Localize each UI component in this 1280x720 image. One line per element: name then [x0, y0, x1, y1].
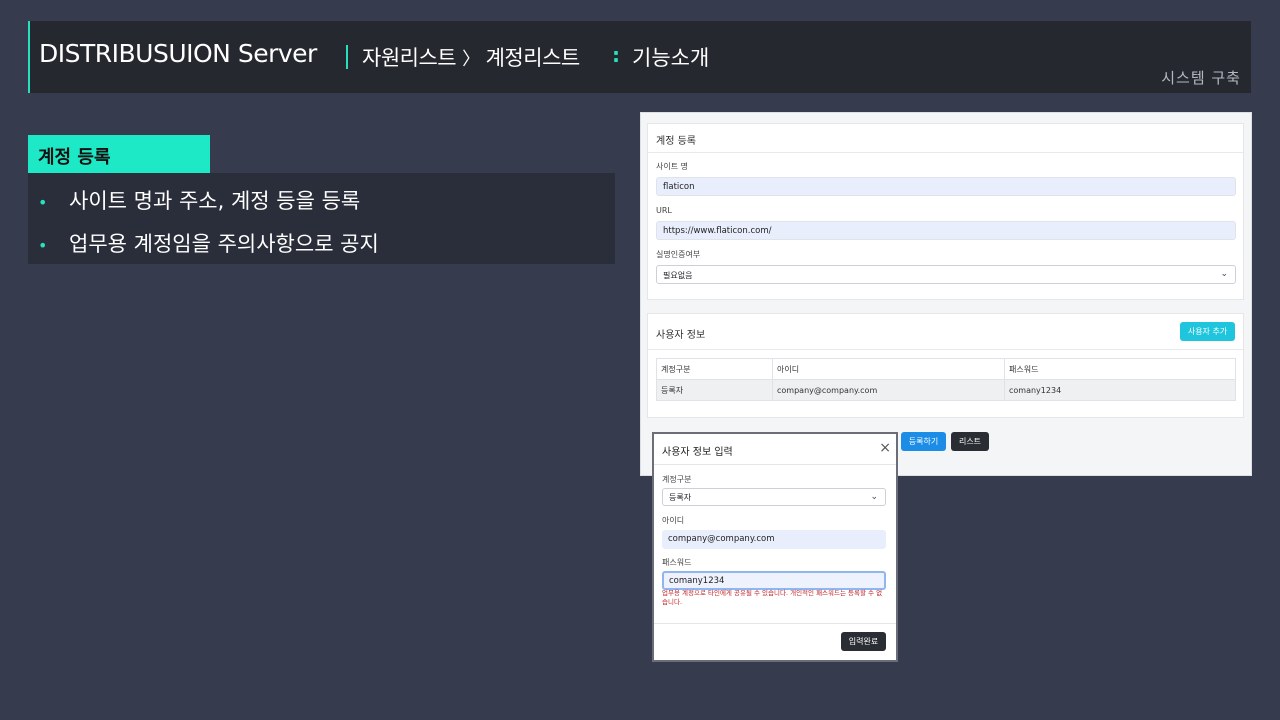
section-title: 기능소개 [632, 46, 710, 70]
user-info-modal: 사용자 정보 입력 × 계정구분 등록자 ⌄ 아이디 company@compa… [652, 432, 898, 662]
bullet-item: • 업무용 계정임을 주의사항으로 공지 [38, 228, 379, 258]
auth-select[interactable]: 필요없음 ⌄ [656, 265, 1236, 284]
section-colon-icon: : [612, 43, 620, 67]
slide-header: DISTRIBUSUION Server 자원리스트 〉 계정리스트 : 기능소개 … [28, 21, 1251, 93]
feature-label: 계정 등록 [28, 135, 210, 173]
chevron-down-icon: ⌄ [870, 492, 878, 502]
header-accent-bar [28, 21, 30, 93]
breadcrumb-separator: 〉 [462, 49, 480, 70]
table-row[interactable]: 등록자 company@company.com comany1234 [656, 379, 1236, 401]
column-header: 계정구분 [656, 358, 773, 380]
register-button[interactable]: 등록하기 [901, 432, 946, 451]
breadcrumb-item-2: 계정리스트 [485, 46, 581, 70]
url-label: URL [656, 206, 672, 215]
user-table: 계정구분 아이디 패스워드 등록자 company@company.com co… [656, 358, 1236, 401]
password-input[interactable]: comany1234 [662, 571, 886, 590]
bullet-text: 사이트 명과 주소, 계정 등을 등록 [69, 189, 361, 213]
site-name-label: 사이트 명 [656, 162, 688, 171]
chevron-down-icon: ⌄ [1220, 269, 1228, 279]
site-name-input[interactable]: flaticon [656, 177, 1236, 196]
modal-title: 사용자 정보 입력 [662, 447, 733, 458]
slide-title: DISTRIBUSUION Server [39, 39, 317, 68]
close-icon[interactable]: × [879, 440, 891, 456]
bullet-item: • 사이트 명과 주소, 계정 등을 등록 [38, 185, 360, 215]
table-cell: 등록자 [656, 379, 773, 401]
breadcrumb-item-1: 자원리스트 [362, 46, 457, 70]
table-header-row: 계정구분 아이디 패스워드 [656, 358, 1236, 380]
user-info-card: 사용자 정보 사용자 추가 계정구분 아이디 패스워드 등록자 company@… [647, 313, 1244, 418]
add-user-button[interactable]: 사용자 추가 [1180, 322, 1235, 341]
breadcrumb: 자원리스트 〉 계정리스트 [362, 42, 580, 72]
card-title: 계정 등록 [648, 124, 1243, 153]
modal-header: 사용자 정보 입력 × [654, 434, 896, 465]
user-card-title: 사용자 정보 [648, 314, 1243, 350]
form-screenshot: 계정 등록 사이트 명 flaticon URL https://www.fla… [640, 112, 1252, 476]
bullet-text: 업무용 계정임을 주의사항으로 공지 [69, 232, 379, 256]
table-cell: company@company.com [772, 379, 1005, 401]
table-cell: comany1234 [1004, 379, 1236, 401]
auth-label: 실명인증여부 [656, 250, 701, 259]
header-right-label: 시스템 구축 [1161, 69, 1241, 87]
column-header: 패스워드 [1004, 358, 1236, 380]
column-header: 아이디 [772, 358, 1005, 380]
account-type-value: 등록자 [669, 493, 692, 502]
header-divider [346, 45, 348, 69]
bullet-dot-icon: • [38, 235, 48, 255]
id-label: 아이디 [662, 516, 685, 525]
auth-select-value: 필요없음 [663, 271, 693, 280]
list-button[interactable]: 리스트 [951, 432, 989, 451]
account-register-card: 계정 등록 사이트 명 flaticon URL https://www.fla… [647, 123, 1244, 300]
account-type-label: 계정구분 [662, 475, 692, 484]
url-input[interactable]: https://www.flaticon.com/ [656, 221, 1236, 240]
password-label: 패스워드 [662, 558, 692, 567]
feature-description: • 사이트 명과 주소, 계정 등을 등록 • 업무용 계정임을 주의사항으로 공지 [28, 173, 615, 264]
submit-button[interactable]: 입력완료 [841, 632, 886, 651]
modal-footer-divider [654, 623, 896, 624]
password-warning: 업무용 계정으로 타인에게 공유될 수 있습니다. 개인적인 패스워드는 등록할… [662, 589, 883, 606]
id-input[interactable]: company@company.com [662, 530, 886, 549]
account-type-select[interactable]: 등록자 ⌄ [662, 488, 886, 506]
bullet-dot-icon: • [38, 192, 48, 212]
